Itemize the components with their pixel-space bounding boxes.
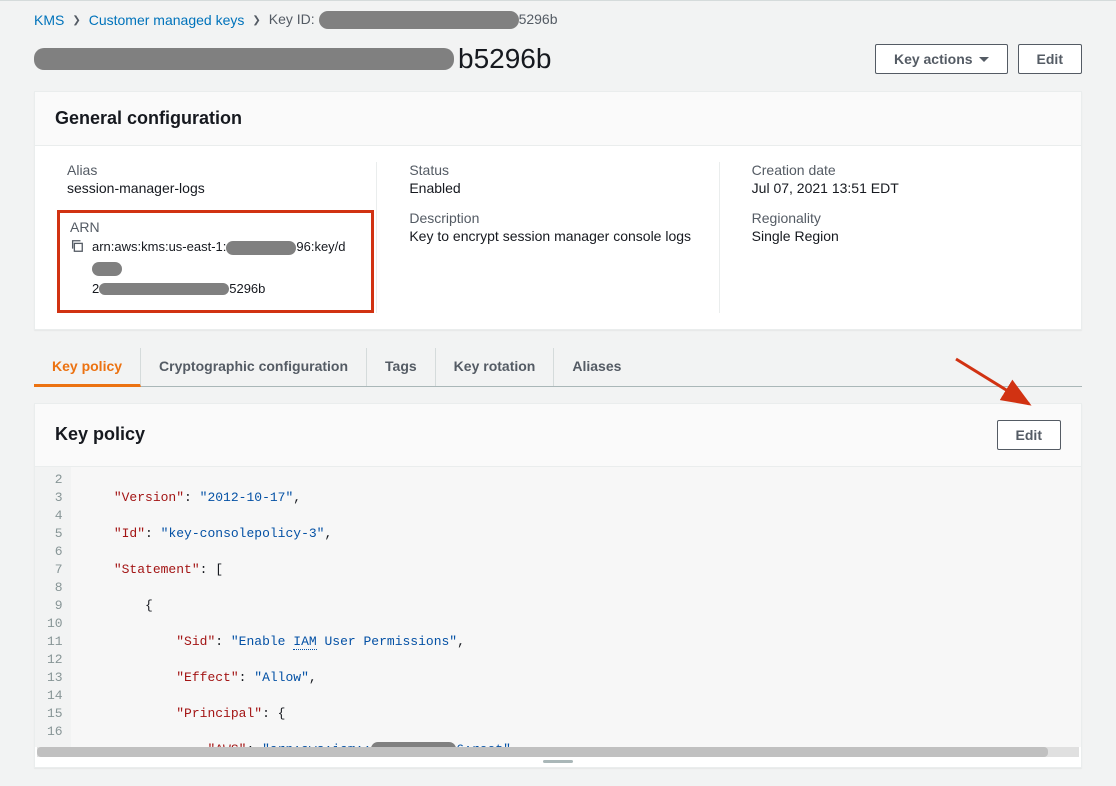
key-actions-button[interactable]: Key actions (875, 44, 1008, 74)
description-label: Description (409, 210, 706, 226)
regionality-label: Regionality (752, 210, 1049, 226)
tab-key-policy[interactable]: Key policy (34, 348, 141, 387)
description-value: Key to encrypt session manager console l… (409, 228, 706, 244)
horizontal-scrollbar[interactable] (37, 747, 1079, 757)
breadcrumb-current: Key ID: 5296b (269, 11, 558, 29)
code-content: "Version": "2012-10-17", "Id": "key-cons… (71, 467, 1081, 747)
tab-tags[interactable]: Tags (367, 348, 436, 386)
policy-code-editor[interactable]: 2345678910111213141516 "Version": "2012-… (35, 467, 1081, 747)
chevron-right-icon: ❯ (72, 15, 80, 26)
tab-aliases[interactable]: Aliases (554, 348, 639, 386)
resize-handle[interactable] (35, 757, 1081, 767)
alias-label: Alias (67, 162, 364, 178)
page-title: b5296b (34, 43, 551, 75)
key-policy-title: Key policy (55, 424, 145, 445)
redacted-text (92, 262, 122, 276)
tabs: Key policy Cryptographic configuration T… (34, 348, 1082, 387)
alias-value: session-manager-logs (67, 180, 364, 196)
key-policy-panel: Key policy Edit 2345678910111213141516 "… (34, 403, 1082, 768)
tab-key-rotation[interactable]: Key rotation (436, 348, 555, 386)
edit-button[interactable]: Edit (1018, 44, 1082, 74)
arn-highlight-box: ARN arn:aws:kms:us-east-1:96:key/d 25296… (57, 210, 374, 312)
redacted-text (99, 283, 229, 295)
redacted-text (34, 48, 454, 70)
arn-label: ARN (70, 219, 361, 235)
edit-policy-button[interactable]: Edit (997, 420, 1061, 450)
creation-date-value: Jul 07, 2021 13:51 EDT (752, 180, 1049, 196)
breadcrumb-kms[interactable]: KMS (34, 12, 64, 28)
regionality-value: Single Region (752, 228, 1049, 244)
breadcrumb: KMS ❯ Customer managed keys ❯ Key ID: 52… (0, 0, 1116, 39)
caret-down-icon (979, 57, 989, 62)
general-config-title: General configuration (55, 108, 242, 129)
chevron-right-icon: ❯ (252, 15, 260, 26)
copy-icon[interactable] (70, 239, 84, 256)
redacted-text (226, 241, 296, 255)
tab-crypto-config[interactable]: Cryptographic configuration (141, 348, 367, 386)
redacted-text (319, 11, 519, 29)
creation-date-label: Creation date (752, 162, 1049, 178)
status-label: Status (409, 162, 706, 178)
line-gutter: 2345678910111213141516 (35, 467, 71, 747)
status-value: Enabled (409, 180, 706, 196)
breadcrumb-managed-keys[interactable]: Customer managed keys (89, 12, 245, 28)
general-config-panel: General configuration Alias session-mana… (34, 91, 1082, 329)
arn-value: arn:aws:kms:us-east-1:96:key/d 25296b (92, 237, 361, 299)
